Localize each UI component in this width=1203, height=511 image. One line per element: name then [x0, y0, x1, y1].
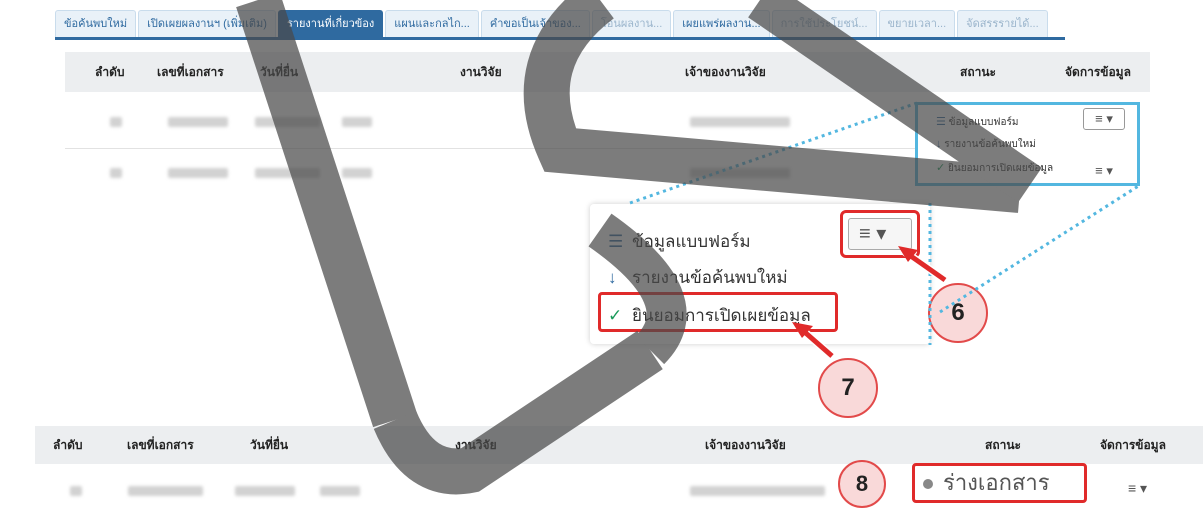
tab-9[interactable]: จัดสรรรายได้... — [957, 10, 1048, 37]
step-badge-6: 6 — [928, 283, 988, 343]
menu-button-small-2[interactable]: ≡ ▾ — [1083, 160, 1125, 182]
step-badge-8: 8 — [838, 460, 886, 508]
tab-2[interactable]: รายงานที่เกี่ยวข้อง — [277, 10, 384, 37]
header-date: วันที่ยื่น — [260, 65, 299, 79]
header-order: ลำดับ — [95, 65, 125, 79]
header-research: งานวิจัย — [460, 65, 502, 79]
menu-button[interactable]: ≡ ▾ — [848, 218, 912, 250]
form-icon: ☰ — [936, 116, 946, 128]
status-badge-draft: ร่างเอกสาร — [912, 463, 1087, 503]
check-icon: ✓ — [936, 162, 946, 174]
menu-icon: ≡ ▾ — [1095, 163, 1113, 178]
consent-highlight — [598, 292, 838, 332]
dropdown-item-form[interactable]: ☰ ข้อมูลแบบฟอร์ม — [608, 228, 751, 255]
menu-button-small[interactable]: ≡ ▾ — [1083, 108, 1125, 130]
tab-bar: ข้อค้นพบใหม่ เปิดเผยผลงานฯ (เพิ่มเติม) ราย… — [55, 10, 1065, 40]
header-doc-no: เลขที่เอกสาร — [157, 65, 224, 79]
form-icon: ☰ — [608, 232, 624, 251]
menu-icon: ≡ ▾ — [1095, 111, 1113, 126]
dropdown-item-form-small[interactable]: ☰ ข้อมูลแบบฟอร์ม — [936, 115, 1018, 130]
menu-button-highlight[interactable]: ≡ ▾ — [840, 210, 920, 258]
tab-8[interactable]: ขยายเวลา... — [878, 10, 956, 37]
dropdown-item-consent-small[interactable]: ✓ ยินยอมการเปิดเผยข้อมูล — [936, 161, 1053, 176]
download-icon: ↓ — [936, 138, 942, 150]
header-manage: จัดการข้อมูล — [1065, 65, 1131, 79]
dropdown-zoom: ☰ ข้อมูลแบบฟอร์ม ↓ รายงานข้อค้นพบใหม่ ✓ ยิน… — [590, 204, 930, 344]
step-badge-7: 7 — [818, 358, 878, 418]
header-status: สถานะ — [960, 65, 996, 79]
download-icon: ↓ — [608, 268, 617, 287]
menu-button-bottom[interactable]: ≡ ▾ — [1128, 480, 1147, 497]
tab-1[interactable]: เปิดเผยผลงานฯ (เพิ่มเติม) — [138, 10, 276, 37]
tab-5[interactable]: โอนผลงาน... — [591, 10, 672, 37]
tab-6[interactable]: เผยแพร่ผลงาน... — [673, 10, 770, 37]
tab-4[interactable]: คำขอเป็นเจ้าของ... — [480, 10, 590, 37]
tab-0[interactable]: ข้อค้นพบใหม่ — [55, 10, 137, 37]
menu-icon: ≡ ▾ — [859, 223, 887, 245]
menu-icon: ≡ ▾ — [1128, 480, 1148, 496]
dropdown-item-report-small[interactable]: ↓ รายงานข้อค้นพบใหม่ — [936, 137, 1036, 152]
header-owner: เจ้าของงานวิจัย — [685, 65, 766, 79]
tab-3[interactable]: แผนและกลไก... — [385, 10, 479, 37]
dropdown-item-report[interactable]: ↓ รายงานข้อค้นพบใหม่ — [608, 264, 788, 291]
tab-7[interactable]: การใช้ประโยชน์... — [771, 10, 877, 37]
status-dot-icon — [923, 479, 933, 490]
dropdown-preview: ☰ ข้อมูลแบบฟอร์ม ↓ รายงานข้อค้นพบใหม่ ✓ … — [915, 102, 1140, 186]
table-header-bottom: ลำดับ เลขที่เอกสาร วันที่ยื่น งานวิจัย เ… — [35, 426, 1203, 464]
table-header: ลำดับ เลขที่เอกสาร วันที่ยื่น งานวิจัย เ… — [65, 52, 1150, 92]
